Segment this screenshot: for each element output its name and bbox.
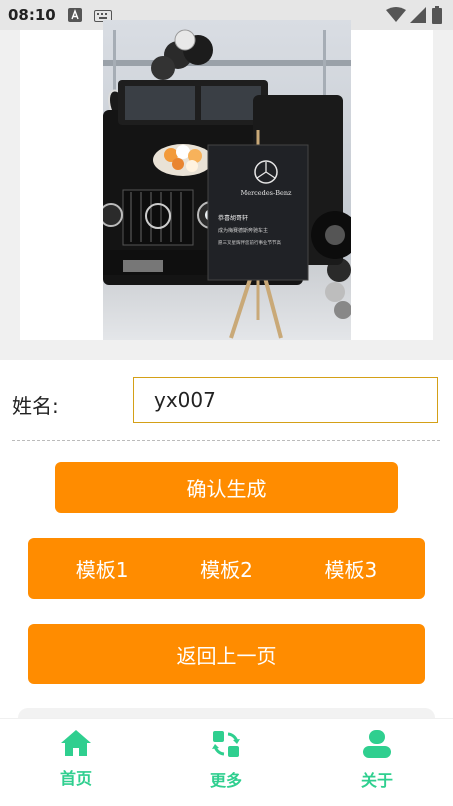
bottom-navigation: 首页 更多 关于 — [0, 718, 453, 806]
board-line3: 愿三叉星辉伴您前行事业节节高 — [218, 239, 281, 246]
refresh-icon — [212, 731, 240, 757]
dashed-divider — [12, 440, 440, 441]
name-form-row: 姓名: — [0, 372, 453, 432]
template-selector: 模板1 模板2 模板3 — [28, 538, 425, 599]
wifi-icon — [386, 7, 406, 22]
user-icon — [363, 730, 391, 758]
generated-photo: Mercedes-Benz 恭喜胡哥轩 成为梅赛德斯奔驰车主 愿三叉星辉伴您前行… — [103, 20, 351, 340]
name-label: 姓名: — [12, 394, 59, 418]
template-3-button[interactable]: 模板3 — [324, 554, 377, 583]
nav-label-home: 首页 — [59, 769, 92, 788]
nav-item-about[interactable]: 关于 — [327, 729, 427, 799]
back-button[interactable]: 返回上一页 — [28, 624, 425, 684]
home-icon — [61, 730, 91, 756]
battery-icon — [432, 6, 442, 24]
board-line1: 恭喜胡哥轩 — [218, 214, 248, 222]
template-1-button[interactable]: 模板1 — [76, 554, 129, 583]
car-photo-image: Mercedes-Benz 恭喜胡哥轩 成为梅赛德斯奔驰车主 愿三叉星辉伴您前行… — [103, 20, 351, 340]
confirm-generate-button[interactable]: 确认生成 — [55, 462, 398, 513]
preview-card: Mercedes-Benz 恭喜胡哥轩 成为梅赛德斯奔驰车主 愿三叉星辉伴您前行… — [20, 20, 433, 340]
nav-label-more: 更多 — [209, 771, 242, 790]
name-input[interactable] — [133, 377, 438, 423]
board-line2: 成为梅赛德斯奔驰车主 — [218, 227, 268, 234]
board-brand: Mercedes-Benz — [241, 189, 292, 197]
status-time: 08:10 — [8, 6, 56, 24]
nav-item-home[interactable]: 首页 — [26, 729, 126, 799]
signal-icon — [410, 7, 426, 23]
a-notification-icon — [68, 8, 82, 22]
nav-label-about: 关于 — [360, 771, 393, 790]
template-2-button[interactable]: 模板2 — [200, 554, 253, 583]
nav-item-more[interactable]: 更多 — [176, 729, 276, 799]
preview-area: Mercedes-Benz 恭喜胡哥轩 成为梅赛德斯奔驰车主 愿三叉星辉伴您前行… — [0, 20, 453, 360]
